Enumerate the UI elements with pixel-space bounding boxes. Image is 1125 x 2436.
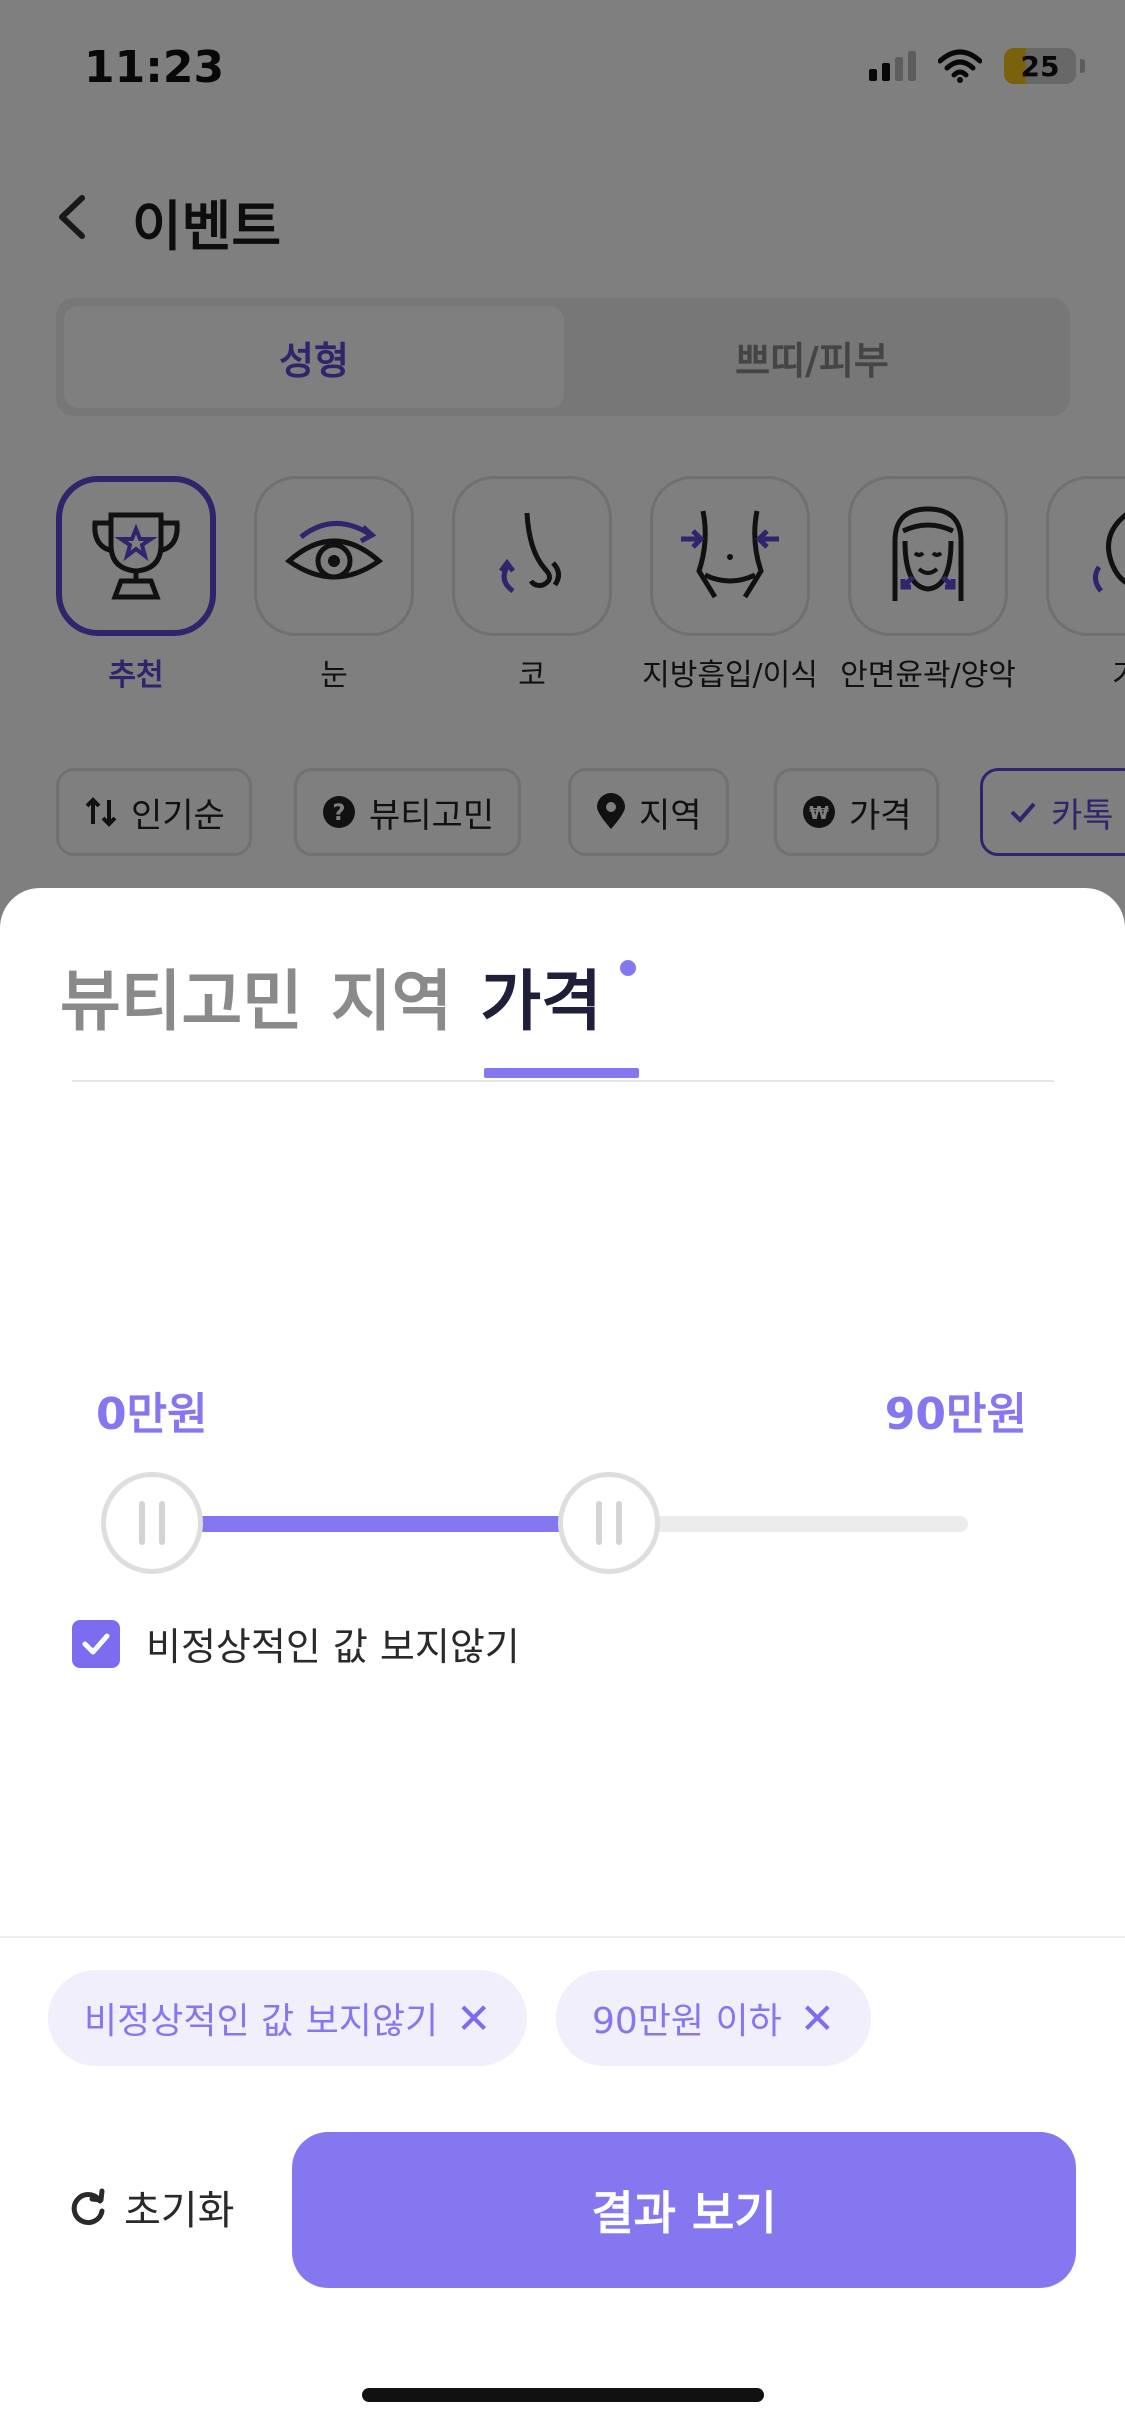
- selected-tag-abnormal[interactable]: 비정상적인 값 보지않기 ✕: [48, 1970, 528, 2066]
- price-min-label: 0만원: [96, 1389, 208, 1440]
- close-icon[interactable]: ✕: [800, 1994, 835, 2043]
- price-slider-max-handle[interactable]: [557, 1472, 660, 1574]
- view-results-button[interactable]: 결과 보기: [292, 2132, 1076, 2288]
- selected-tag-label: 비정상적인 값 보지않기: [84, 2001, 439, 2042]
- sheet-tab-bar: 뷰티고민 지역 가격: [60, 948, 602, 1040]
- hide-abnormal-row[interactable]: 비정상적인 값 보지않기: [72, 1616, 520, 1671]
- tab-divider: [72, 1080, 1054, 1082]
- reset-label: 초기화: [124, 2188, 235, 2234]
- active-filter-dot: [620, 960, 636, 976]
- price-slider-fill: [152, 1516, 609, 1532]
- checkmark-icon: [82, 1633, 110, 1654]
- reset-button[interactable]: 초기화: [68, 2178, 234, 2236]
- price-max-label: 90만원: [884, 1389, 1027, 1440]
- app-root: 11:23 25 이벤트 성형 쁘띠/피부: [0, 0, 1125, 2436]
- refresh-icon: [71, 2188, 105, 2226]
- filter-bottom-sheet: 뷰티고민 지역 가격 0만원 90만원 비정상적인 값 보지않기 비정상적인 값…: [0, 888, 1125, 2436]
- hide-abnormal-checkbox[interactable]: [72, 1619, 120, 1668]
- tab-underline: [484, 1068, 639, 1078]
- sheet-divider: [0, 1936, 1125, 1938]
- sheet-tab-region[interactable]: 지역: [331, 948, 452, 1040]
- hide-abnormal-label: 비정상적인 값 보지않기: [146, 1625, 520, 1669]
- sheet-tab-price[interactable]: 가격: [480, 948, 601, 1040]
- selected-tag-price[interactable]: 90만원 이하 ✕: [556, 1970, 871, 2066]
- selected-tag-label: 90만원 이하: [592, 2001, 782, 2042]
- home-indicator: [362, 2388, 764, 2402]
- close-icon[interactable]: ✕: [456, 1994, 491, 2043]
- price-slider-min-handle[interactable]: [101, 1472, 203, 1574]
- sheet-tab-concern[interactable]: 뷰티고민: [60, 948, 303, 1040]
